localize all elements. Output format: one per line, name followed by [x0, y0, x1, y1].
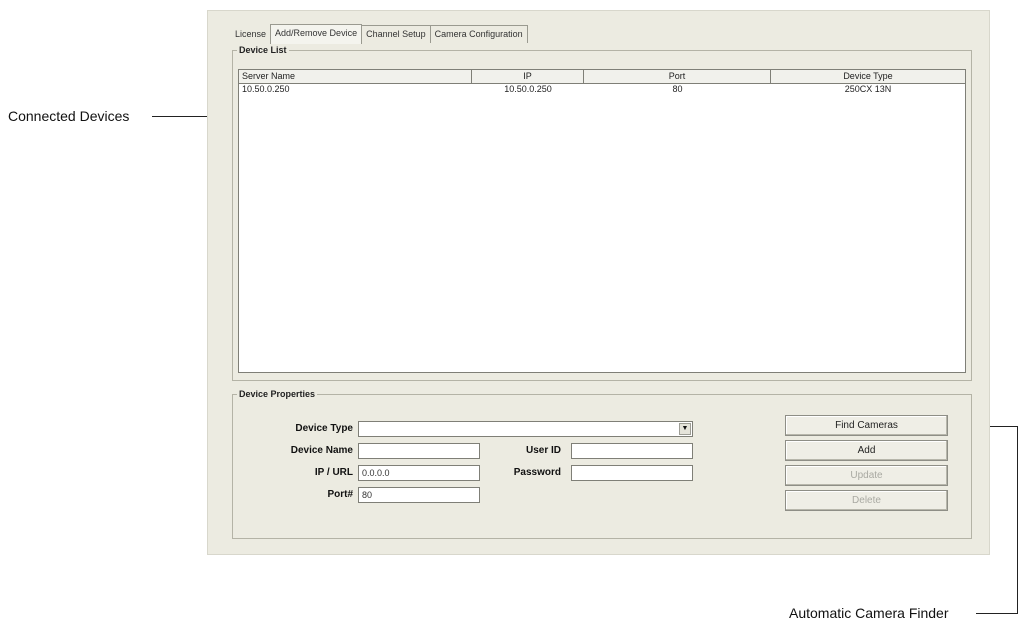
- column-header-server-name[interactable]: Server Name: [239, 70, 472, 83]
- password-field[interactable]: [571, 465, 693, 481]
- cell-device-type: 250CX 13N: [844, 84, 892, 94]
- camera-finder-leader-vertical: [1017, 426, 1018, 614]
- tab-channel-setup[interactable]: Channel Setup: [361, 25, 431, 43]
- port-label: Port#: [327, 489, 353, 500]
- device-list-legend: Device List: [239, 45, 287, 55]
- device-name-field[interactable]: [358, 443, 480, 459]
- device-list-group: Device List Server Name IP Port Device T…: [232, 45, 972, 381]
- column-header-device-type[interactable]: Device Type: [771, 70, 965, 83]
- user-id-label: User ID: [525, 445, 561, 456]
- connected-devices-callout: Connected Devices: [8, 108, 130, 124]
- automatic-camera-finder-callout: Automatic Camera Finder: [789, 605, 949, 621]
- tab-camera-configuration[interactable]: Camera Configuration: [429, 25, 528, 43]
- find-cameras-button[interactable]: Find Cameras: [785, 415, 948, 436]
- camera-finder-leader-horizontal-bottom: [976, 613, 1018, 614]
- cell-port: 80: [672, 84, 683, 94]
- device-list-header: Server Name IP Port Device Type: [239, 70, 965, 84]
- device-name-label: Device Name: [290, 445, 353, 456]
- device-list-table[interactable]: Server Name IP Port Device Type 10.50.0.…: [238, 69, 966, 373]
- ip-url-field[interactable]: 0.0.0.0: [358, 465, 480, 481]
- password-label: Password: [513, 467, 561, 478]
- device-type-dropdown[interactable]: ▼: [358, 421, 693, 437]
- cell-server-name: 10.50.0.250: [242, 84, 290, 94]
- device-properties-group: Device Properties Device Type ▼ Device N…: [232, 389, 972, 539]
- device-properties-legend: Device Properties: [239, 389, 316, 399]
- column-header-ip[interactable]: IP: [472, 70, 584, 83]
- update-button[interactable]: Update: [785, 465, 948, 486]
- device-setup-panel: License Add/Remove Device Channel Setup …: [207, 10, 990, 555]
- delete-button[interactable]: Delete: [785, 490, 948, 511]
- device-type-label: Device Type: [295, 423, 353, 434]
- cell-ip: 10.50.0.250: [504, 84, 552, 94]
- ip-url-label: IP / URL: [314, 467, 353, 478]
- user-id-field[interactable]: [571, 443, 693, 459]
- table-row[interactable]: 10.50.0.250 10.50.0.250 80 250CX 13N: [239, 84, 965, 96]
- tab-add-remove-device[interactable]: Add/Remove Device: [270, 24, 363, 44]
- tab-license[interactable]: License: [230, 25, 272, 43]
- column-header-port[interactable]: Port: [584, 70, 771, 83]
- port-field[interactable]: 80: [358, 487, 480, 503]
- add-button[interactable]: Add: [785, 440, 948, 461]
- tab-bar: License Add/Remove Device Channel Setup …: [230, 23, 528, 44]
- chevron-down-icon[interactable]: ▼: [679, 423, 691, 435]
